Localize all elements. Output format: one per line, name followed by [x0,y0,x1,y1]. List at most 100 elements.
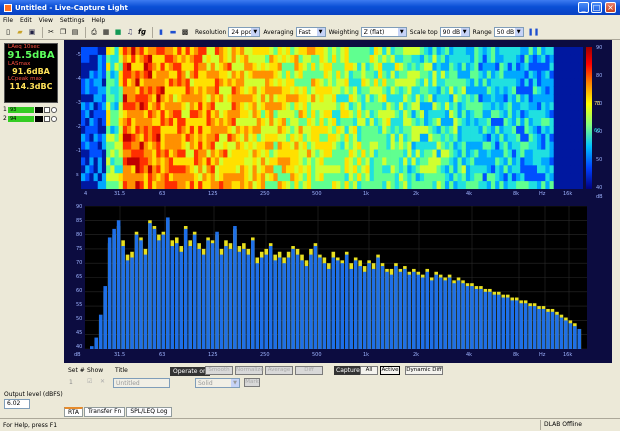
spectrogram-cell [528,149,534,158]
spectrogram-cell [323,125,329,135]
delete-icon[interactable]: ✕ [100,378,105,385]
grid-icon[interactable]: ▩ [180,27,190,37]
bar-series-1 [148,223,152,349]
spectrogram-cell [223,141,228,150]
maximize-button[interactable]: □ [591,2,602,13]
scale-top-select[interactable]: 90 dB ▼ [439,27,470,37]
new-icon[interactable]: ▯ [3,27,13,37]
tab-transfer-fn[interactable]: Transfer Fn [84,407,126,417]
spectrogram-cell [344,141,350,150]
spectrogram-cell [290,86,295,95]
spectrogram-cell [574,165,580,174]
channel-radio[interactable] [51,115,57,122]
menu-view[interactable]: View [39,17,53,24]
spectrogram-cell [285,70,291,79]
spectrogram-cell [536,181,542,189]
spectrogram-cell [248,62,253,72]
capture-active-button[interactable]: Active [380,366,400,375]
menu-file[interactable]: File [3,17,13,24]
spectrogram-cell [143,70,149,79]
spectrogram-cell [419,70,425,79]
bar-series-1 [295,254,300,349]
rta-bar-chart[interactable] [85,206,587,349]
range-select[interactable]: 50 dB ▼ [493,27,524,37]
tab-rta[interactable]: RTA [64,407,84,417]
spectrogram-cell [93,70,99,79]
output-level-field[interactable]: 6.02 [4,399,30,409]
menu-edit[interactable]: Edit [20,17,32,24]
cut-icon[interactable]: ✂ [46,27,56,37]
spectrogram-cell [486,94,492,103]
channel-radio[interactable] [51,106,57,113]
spectrogram-cell [81,173,86,182]
title-bar[interactable]: Untitled - Live-Capture Light [0,0,620,15]
averaging-select[interactable]: Fast ▼ [295,27,326,37]
spectrogram-cell [164,110,170,119]
channel-row[interactable]: 2 94 [3,115,61,122]
channel-checkbox[interactable] [44,106,50,113]
fg-icon[interactable]: fg [137,27,147,37]
spectrogram-cell [545,94,550,103]
spectrogram-icon[interactable]: ▬ [168,27,178,37]
normalize-button[interactable]: Normalize [235,366,264,375]
spectrogram-cell [244,62,249,72]
spectrogram-cell [81,62,86,72]
spectrogram-cell [449,181,454,189]
spectrogram-cell [97,157,103,166]
spectrogram-cell [298,86,304,95]
bars-icon[interactable]: ▮ [156,27,166,37]
spectrogram-cell [248,54,253,64]
bell-icon[interactable]: ♫ [125,27,135,37]
menu-help[interactable]: Help [92,17,106,24]
weighting-select[interactable]: Z (flat) ▼ [360,27,407,37]
spectrogram-cell [252,133,258,143]
mark-button[interactable]: Mark [244,378,260,387]
channel-color-swatch[interactable] [35,115,43,122]
spectrogram-cell [323,165,329,174]
menu-settings[interactable]: Settings [60,17,85,24]
spectrogram-cell [206,62,212,72]
spectrogram-cell [311,157,316,166]
minimize-button[interactable]: _ [578,2,589,13]
save-icon[interactable]: ▣ [27,27,37,37]
pause-icon[interactable]: ❚❚ [528,27,540,37]
spectrogram-cell [361,141,366,150]
printer-icon[interactable]: ▦ [101,27,111,37]
open-icon[interactable]: ▰ [15,27,25,37]
channel-color-swatch[interactable] [35,106,43,113]
record-icon[interactable]: ■ [113,27,123,37]
spectrogram-cell [499,165,504,174]
capture-all-button[interactable]: All [360,366,378,375]
spectrogram-cell [273,102,279,111]
spectrogram-cell [85,125,90,135]
set-title-field[interactable]: Untitled [113,378,170,388]
average-button[interactable]: Average [265,366,293,375]
bar-series-1 [559,317,564,349]
smooth-button[interactable]: Smooth [205,366,233,375]
diff-button[interactable]: Diff [295,366,323,375]
spectrogram-cell [85,118,90,127]
tab-spl-leq-log[interactable]: SPL/LEQ Log [126,407,172,417]
spectrogram-cell [277,125,283,135]
spectrogram-cell [323,94,329,103]
spectrogram-cell [139,149,145,158]
spectrogram-cell [302,47,308,56]
channel-checkbox[interactable] [44,115,50,122]
spectrogram-cell [482,86,488,95]
resolution-select[interactable]: 24 ppo ▼ [228,27,261,37]
spectrogram-cell [536,157,542,166]
spectrogram[interactable] [81,47,583,189]
spectrogram-cell [478,118,483,127]
spectrogram-cell [323,118,329,127]
spectrogram-cell [578,149,583,158]
copy-icon[interactable]: ❐ [58,27,68,37]
dynamic-diff-button[interactable]: Dynamic Diff [405,366,443,375]
paste-icon[interactable]: ▤ [70,27,80,37]
line-style-select[interactable]: Solid ▼ [195,378,240,388]
print-icon[interactable]: ⎙ [89,27,99,37]
show-checkbox-icon[interactable]: ☑ [87,378,92,385]
spectrogram-cell [227,118,232,127]
channel-row[interactable]: 1 93 [3,106,61,113]
spectrogram-cell [403,102,408,111]
close-button[interactable]: × [605,2,616,13]
